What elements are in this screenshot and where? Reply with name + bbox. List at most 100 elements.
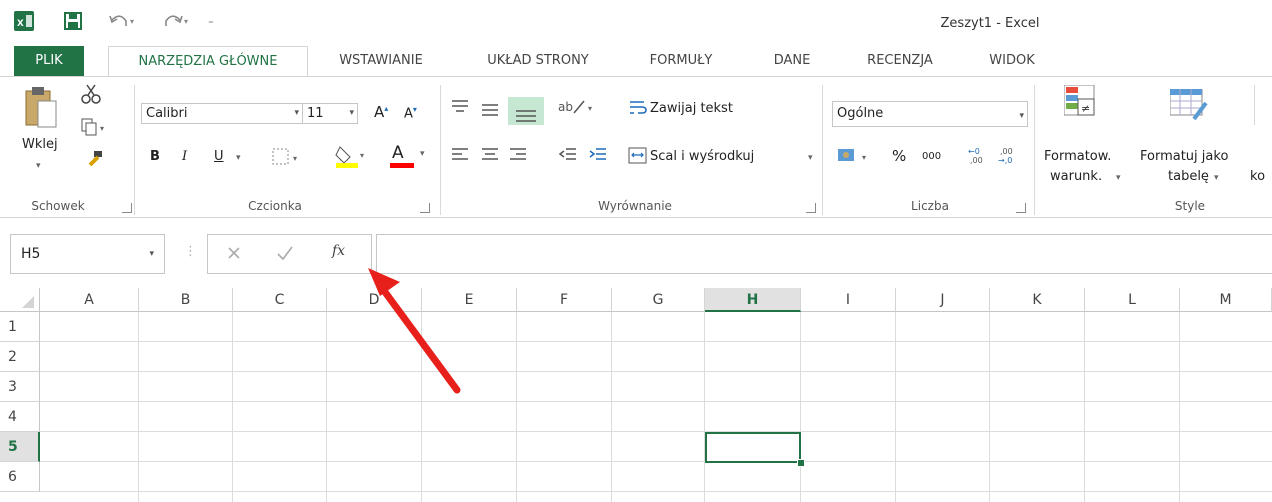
column-header-a[interactable]: A	[40, 288, 139, 312]
column-header-g[interactable]: G	[612, 288, 705, 312]
column-header-i[interactable]: I	[801, 288, 896, 312]
grow-font-button[interactable]: A▴	[374, 103, 388, 121]
formula-bar-splitter-icon[interactable]: ⋮	[184, 244, 197, 259]
row-header-3[interactable]: 3	[0, 372, 40, 402]
paste-label[interactable]: Wklej	[22, 137, 58, 152]
undo-icon[interactable]: ▾	[108, 12, 138, 30]
grid-line	[40, 491, 1272, 492]
column-header-l[interactable]: L	[1085, 288, 1180, 312]
grow-font-label: A	[374, 103, 385, 121]
worksheet-grid[interactable]: ABCDEFGHIJKLM 123456	[0, 288, 1272, 502]
conditional-formatting-label-2[interactable]: warunk.	[1050, 169, 1102, 184]
align-bottom-icon[interactable]	[508, 97, 544, 125]
merge-center-icon[interactable]	[628, 147, 648, 165]
tab-review[interactable]: RECENZJA	[840, 46, 960, 76]
font-dialog-launcher-icon[interactable]	[420, 203, 430, 213]
row-header-2[interactable]: 2	[0, 342, 40, 372]
merge-dropdown-icon[interactable]: ▾	[808, 153, 813, 163]
separator	[1034, 85, 1035, 215]
column-header-j[interactable]: J	[896, 288, 990, 312]
align-right-icon[interactable]	[508, 147, 528, 163]
column-header-c[interactable]: C	[233, 288, 327, 312]
tab-data[interactable]: DANE	[752, 46, 832, 76]
row-header-6[interactable]: 6	[0, 462, 40, 492]
ribbon: Wklej ▾ ▾ Schowek Calibri ▾ 11 ▾ A▴ A▾ B I…	[0, 76, 1272, 218]
svg-text:x: x	[17, 15, 24, 29]
paste-dropdown-icon[interactable]: ▾	[36, 161, 41, 171]
italic-button[interactable]: I	[182, 149, 187, 164]
format-as-table-icon[interactable]	[1170, 89, 1210, 123]
tab-view[interactable]: WIDOK	[966, 46, 1058, 76]
wrap-text-button[interactable]: Zawijaj tekst	[650, 101, 733, 116]
bold-button[interactable]: B	[150, 149, 160, 164]
align-left-icon[interactable]	[450, 147, 470, 163]
format-as-table-label[interactable]: Formatuj jako	[1140, 149, 1228, 164]
cancel-icon[interactable]	[226, 245, 242, 261]
thousands-button[interactable]: 000	[922, 151, 941, 162]
font-size-value: 11	[307, 106, 324, 121]
tab-file[interactable]: PLIK	[14, 46, 84, 76]
increase-decimal-icon[interactable]: ←0,00	[966, 145, 990, 165]
format-painter-icon[interactable]	[84, 149, 104, 169]
cut-icon[interactable]	[80, 83, 102, 105]
number-format-combo[interactable]: Ogólne ▾	[832, 101, 1028, 127]
chevron-down-icon[interactable]: ▾	[1116, 173, 1121, 183]
styles-group-label: Style	[1174, 199, 1206, 213]
format-as-table-label-2[interactable]: tabelę	[1168, 169, 1209, 184]
underline-dropdown-icon[interactable]: ▾	[236, 153, 241, 163]
underline-button[interactable]: U	[214, 149, 224, 164]
shrink-font-button[interactable]: A▾	[404, 105, 417, 121]
column-header-m[interactable]: M	[1180, 288, 1272, 312]
align-center-icon[interactable]	[480, 147, 500, 163]
separator	[1254, 85, 1255, 125]
select-all-corner[interactable]	[0, 288, 40, 312]
increase-indent-icon[interactable]	[588, 147, 608, 163]
column-header-h[interactable]: H	[705, 288, 801, 312]
number-dialog-launcher-icon[interactable]	[1016, 203, 1026, 213]
tab-home[interactable]: NARZĘDZIA GŁÓWNE	[108, 46, 308, 77]
percent-button[interactable]: %	[892, 147, 906, 165]
font-name-combo[interactable]: Calibri ▾	[141, 103, 303, 124]
paste-icon[interactable]	[24, 85, 58, 129]
active-cell-h5[interactable]	[705, 432, 801, 463]
row-header-1[interactable]: 1	[0, 312, 40, 342]
copy-icon[interactable]: ▾	[80, 117, 108, 137]
formula-input[interactable]	[376, 234, 1272, 274]
tab-page-layout[interactable]: UKŁAD STRONY	[458, 46, 618, 76]
accounting-format-icon[interactable]: ▾	[836, 147, 876, 167]
fill-handle[interactable]	[797, 459, 805, 467]
separator	[134, 85, 135, 215]
borders-icon[interactable]: ▾	[272, 148, 302, 166]
column-header-f[interactable]: F	[517, 288, 612, 312]
decrease-indent-icon[interactable]	[558, 147, 578, 163]
conditional-formatting-label[interactable]: Formatow.	[1044, 149, 1111, 164]
cell-styles-label-cut[interactable]: ko	[1250, 169, 1265, 184]
conditional-formatting-icon[interactable]: ≠	[1064, 85, 1096, 121]
tab-formulas[interactable]: FORMUŁY	[628, 46, 734, 76]
row-header-5[interactable]: 5	[0, 432, 40, 462]
tab-insert[interactable]: WSTAWIANIE	[318, 46, 444, 76]
font-size-combo[interactable]: 11 ▾	[302, 103, 358, 124]
svg-text:▾: ▾	[862, 153, 866, 162]
chevron-down-icon[interactable]: ▾	[1214, 173, 1219, 183]
decrease-decimal-icon[interactable]: ,00 →,0	[996, 145, 1020, 165]
alignment-dialog-launcher-icon[interactable]	[806, 203, 816, 213]
fill-color-icon[interactable]: ▾	[334, 143, 370, 169]
orientation-icon[interactable]: ab ▾	[558, 97, 598, 117]
chevron-down-icon[interactable]: ▾	[149, 235, 154, 273]
column-header-k[interactable]: K	[990, 288, 1085, 312]
column-header-b[interactable]: B	[139, 288, 233, 312]
redo-icon[interactable]: ▾	[162, 12, 192, 30]
wrap-text-icon[interactable]	[628, 99, 648, 117]
name-box[interactable]: H5 ▾	[10, 234, 165, 274]
grid-line	[40, 431, 1272, 432]
enter-check-icon[interactable]	[276, 245, 294, 261]
save-icon[interactable]	[64, 12, 82, 30]
merge-center-button[interactable]: Scal i wyśrodkuj	[650, 149, 754, 164]
row-header-4[interactable]: 4	[0, 402, 40, 432]
insert-function-icon[interactable]: fx	[332, 243, 345, 259]
clipboard-dialog-launcher-icon[interactable]	[122, 203, 132, 213]
customize-quick-access-icon[interactable]: ₌	[208, 14, 214, 27]
align-top-icon[interactable]	[450, 99, 470, 113]
align-middle-icon[interactable]	[480, 103, 500, 117]
